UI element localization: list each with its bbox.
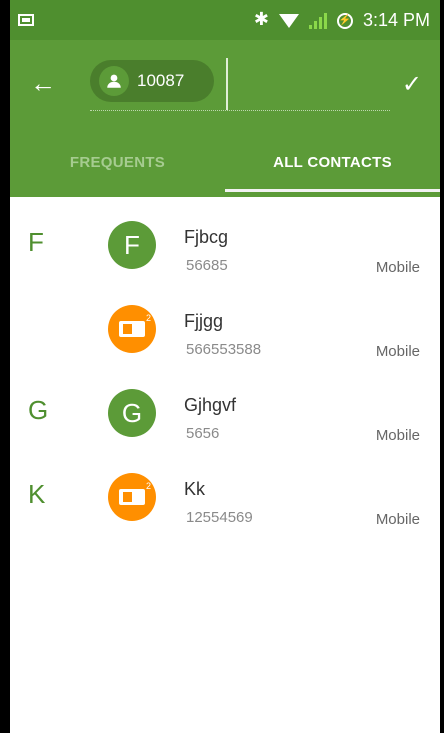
- recipient-chip[interactable]: 10087: [90, 60, 214, 102]
- signal-icon: [308, 12, 327, 29]
- contacts-picker-screen: ✱ ⚡ 3:14 PM ← 10087 ✓ FREQUENTS ALL CONT…: [10, 0, 440, 733]
- list-item[interactable]: G G Gjhgvf 5656 Mobile: [10, 365, 440, 449]
- confirm-check-icon[interactable]: ✓: [402, 70, 422, 99]
- contact-avatar: F: [108, 221, 156, 269]
- recipient-chip-label: 10087: [137, 71, 185, 90]
- tab-all-contacts[interactable]: ALL CONTACTS: [225, 132, 440, 192]
- contact-number-type: Mobile: [375, 511, 420, 528]
- status-time: 3:14 PM: [362, 10, 430, 30]
- contact-avatar: G: [108, 389, 156, 437]
- sim-card-avatar: [108, 473, 156, 521]
- list-item[interactable]: K Kk 12554569 Mobile: [10, 449, 440, 533]
- tab-frequents[interactable]: FREQUENTS: [10, 132, 225, 192]
- status-bar: ✱ ⚡ 3:14 PM: [10, 0, 440, 40]
- contact-name: Kk: [184, 479, 206, 499]
- text-cursor: [226, 58, 228, 110]
- contact-number-type: Mobile: [375, 427, 420, 444]
- list-item[interactable]: F F Fjbcg 56685 Mobile: [10, 197, 440, 281]
- contact-name: Fjbcg: [184, 227, 229, 247]
- contact-number-type: Mobile: [375, 259, 420, 276]
- contact-number: 12554569: [186, 509, 253, 526]
- contact-number: 5656: [186, 425, 220, 442]
- contact-name: Fjjgg: [184, 311, 224, 331]
- back-arrow-icon[interactable]: ←: [30, 70, 56, 96]
- status-icons: ✱ ⚡ 3:14 PM: [253, 9, 430, 31]
- sim-icon: [119, 313, 151, 337]
- section-letter: K: [28, 479, 46, 509]
- section-letter: F: [28, 227, 44, 257]
- image-notification-icon: [18, 14, 34, 26]
- battery-charging-icon: ⚡: [336, 12, 353, 29]
- contact-number: 566553588: [186, 341, 262, 358]
- list-item[interactable]: Fjjgg 566553588 Mobile: [10, 281, 440, 365]
- sim-card-avatar: [108, 305, 156, 353]
- contact-number: 56685: [186, 257, 228, 274]
- contacts-list: F F Fjbcg 56685 Mobile Fjjgg 566553588 M…: [10, 197, 440, 533]
- tab-bar: FREQUENTS ALL CONTACTS: [10, 132, 440, 192]
- section-letter: G: [28, 395, 49, 425]
- contact-name: Gjhgvf: [184, 395, 237, 415]
- person-icon: [99, 66, 129, 96]
- recipient-input-underline: [90, 110, 390, 111]
- sim-icon: [119, 481, 151, 505]
- bluetooth-icon: ✱: [253, 9, 269, 29]
- app-bar: ← 10087 ✓ FREQUENTS ALL CONTACTS: [10, 40, 440, 197]
- contact-number-type: Mobile: [375, 343, 420, 360]
- wifi-icon: [278, 13, 299, 28]
